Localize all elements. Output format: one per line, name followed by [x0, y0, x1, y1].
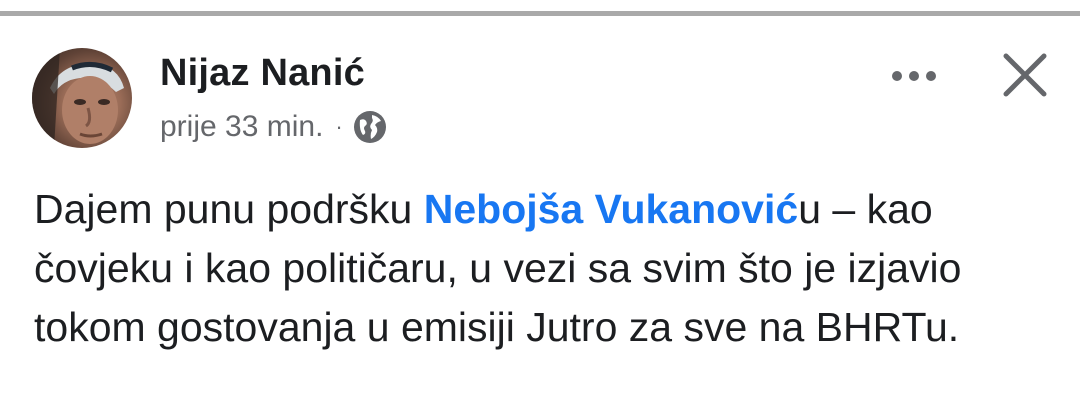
post-text-before-mention: Dajem punu podršku	[34, 186, 424, 232]
more-options-dot	[926, 71, 936, 81]
post-card: Nijaz Nanić prije 33 min. · Dajem punu p…	[0, 16, 1080, 418]
meta-separator: ·	[335, 114, 343, 139]
post-body: Dajem punu podršku Nebojša Vukanoviću – …	[34, 180, 1044, 357]
avatar-photo	[32, 48, 124, 148]
avatar[interactable]	[32, 48, 132, 148]
post-meta: prije 33 min. ·	[160, 110, 387, 144]
post-timestamp[interactable]: prije 33 min.	[160, 110, 323, 144]
close-button[interactable]	[996, 46, 1054, 104]
more-options-dot	[909, 71, 919, 81]
globe-icon[interactable]	[353, 110, 387, 144]
more-options-icon	[892, 71, 902, 81]
close-icon	[1003, 53, 1047, 97]
author-name[interactable]: Nijaz Nanić	[160, 52, 365, 95]
mention-link[interactable]: Nebojša Vukanović	[424, 186, 798, 232]
top-divider	[0, 0, 1080, 16]
more-options-button[interactable]	[884, 54, 944, 98]
